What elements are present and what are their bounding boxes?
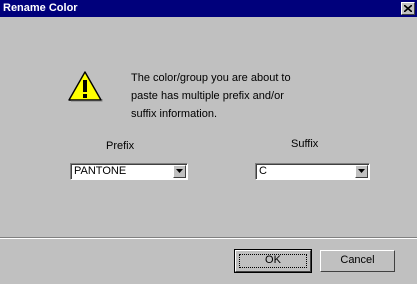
window-title: Rename Color [3, 2, 78, 14]
prefix-dropdown-button[interactable] [173, 165, 186, 178]
message-text: The color/group you are about to paste h… [131, 69, 351, 123]
close-icon [404, 5, 412, 12]
chevron-down-icon [358, 169, 365, 173]
suffix-select[interactable]: C [255, 163, 370, 180]
warning-icon [68, 71, 103, 102]
close-button[interactable] [401, 2, 415, 15]
rename-color-dialog: Rename Color The color/group you are abo… [0, 0, 417, 284]
title-bar: Rename Color [0, 0, 417, 17]
prefix-value: PANTONE [74, 165, 127, 177]
cancel-button-label: Cancel [340, 254, 375, 266]
message-line: The color/group you are about to [131, 72, 291, 84]
suffix-value: C [259, 165, 267, 177]
divider-highlight [0, 238, 417, 239]
prefix-select[interactable]: PANTONE [70, 163, 188, 180]
ok-button-label: OK [265, 254, 281, 266]
suffix-label: Suffix [291, 138, 319, 150]
message-line: paste has multiple prefix and/or [131, 90, 284, 102]
cancel-button[interactable]: Cancel [320, 250, 395, 272]
suffix-dropdown-button[interactable] [355, 165, 368, 178]
prefix-label: Prefix [106, 140, 135, 152]
message-line: suffix information. [131, 108, 218, 120]
ok-button[interactable]: OK [234, 249, 312, 273]
chevron-down-icon [176, 169, 183, 173]
